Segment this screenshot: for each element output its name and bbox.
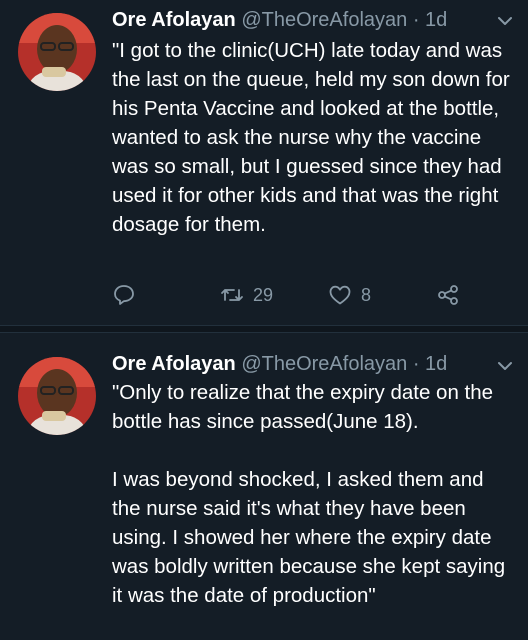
reply-button[interactable] [112,280,136,310]
tweet-actions: 29 8 [112,280,472,310]
retweet-count: 29 [253,284,274,305]
tweet-time[interactable]: · 1d [413,353,447,375]
author-name[interactable]: Ore Afolayan [112,9,236,31]
tweet-card[interactable]: Ore Afolayan @TheOreAfolayan · 1d "I got… [0,0,528,325]
chevron-down-icon[interactable] [496,357,514,375]
tweet-header: Ore Afolayan @TheOreAfolayan · 1d [112,6,488,34]
tweet-card[interactable]: Ore Afolayan @TheOreAfolayan · 1d "Only … [0,333,528,640]
heart-icon [329,285,351,305]
tweet-time[interactable]: · 1d [413,9,447,31]
avatar[interactable] [18,357,96,435]
tweet-text: "I got to the clinic(UCH) late today and… [112,39,510,236]
like-count: 8 [361,284,372,305]
retweet-button[interactable]: 29 [220,280,273,310]
author-handle[interactable]: @TheOreAfolayan [241,9,407,31]
tweet-header: Ore Afolayan @TheOreAfolayan · 1d [112,350,488,378]
avatar[interactable] [18,13,96,91]
like-button[interactable]: 8 [328,280,371,310]
retweet-icon [221,289,243,301]
tweet-text: "Only to realize that the expiry date on… [112,381,506,607]
chevron-down-icon[interactable] [496,12,514,30]
tweet-divider [0,325,528,333]
reply-icon [114,285,134,305]
share-icon [438,285,458,305]
author-name[interactable]: Ore Afolayan [112,353,236,375]
share-button[interactable] [436,280,460,310]
author-handle[interactable]: @TheOreAfolayan [241,353,407,375]
